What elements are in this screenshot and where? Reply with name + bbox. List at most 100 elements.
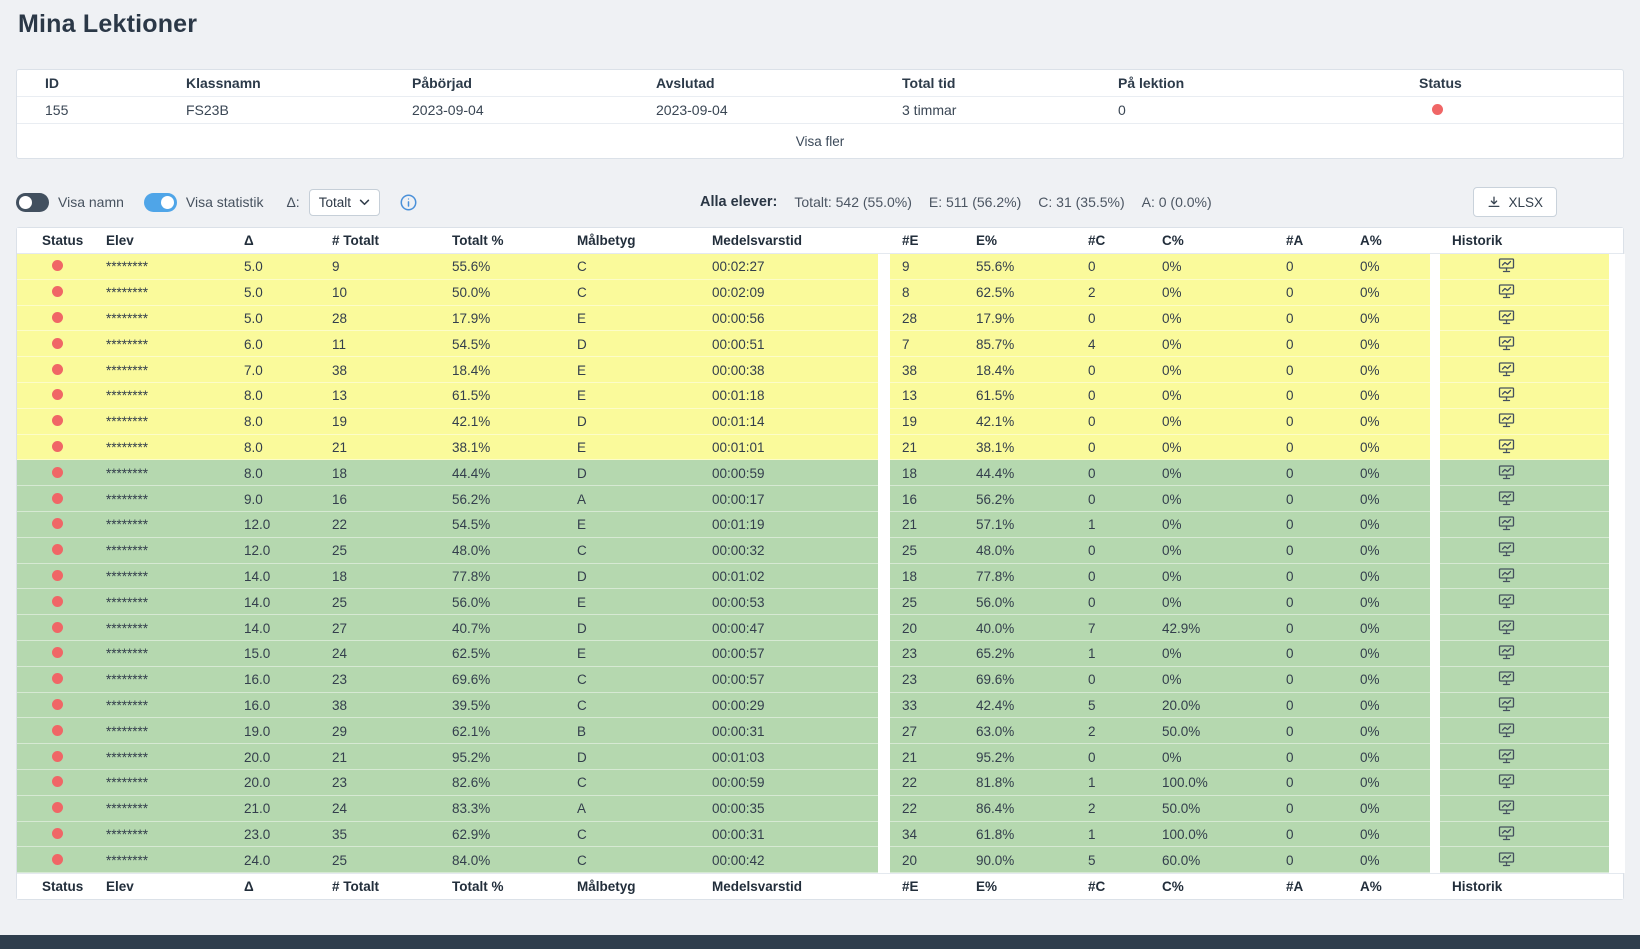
student-row[interactable]: ******** 19.0 29 62.1% B 00:00:31 27 63.… (17, 718, 1623, 744)
status-dot (52, 596, 63, 607)
a-percent: 0% (1360, 466, 1430, 481)
history-icon[interactable] (1498, 438, 1515, 454)
history-icon[interactable] (1498, 593, 1515, 609)
student-row[interactable]: ******** 14.0 27 40.7% D 00:00:47 20 40.… (17, 615, 1623, 641)
student-row[interactable]: ******** 8.0 21 38.1% E 00:01:01 21 38.1… (17, 435, 1623, 461)
student-row[interactable]: ******** 12.0 25 48.0% C 00:00:32 25 48.… (17, 538, 1623, 564)
history-icon[interactable] (1498, 386, 1515, 402)
e-count: 28 (890, 311, 976, 326)
student-row[interactable]: ******** 21.0 24 83.3% A 00:00:35 22 86.… (17, 796, 1623, 822)
history-icon[interactable] (1498, 773, 1515, 789)
a-count: 0 (1286, 414, 1360, 429)
student-row[interactable]: ******** 8.0 19 42.1% D 00:01:14 19 42.1… (17, 409, 1623, 435)
student-row[interactable]: ******** 12.0 22 54.5% E 00:01:19 21 57.… (17, 512, 1623, 538)
totalt-percent: 95.2% (452, 750, 577, 765)
a-count: 0 (1286, 569, 1360, 584)
student-row[interactable]: ******** 7.0 38 18.4% E 00:00:38 38 18.4… (17, 357, 1623, 383)
totalt-percent: 82.6% (452, 775, 577, 790)
xlsx-label: XLSX (1508, 195, 1543, 210)
table-right-edge (1609, 822, 1625, 848)
e-percent: 42.1% (976, 414, 1088, 429)
a-percent: 0% (1360, 543, 1430, 558)
lessons-card: ID Klassnamn Påbörjad Avslutad Total tid… (16, 69, 1624, 159)
totalt-percent: 77.8% (452, 569, 577, 584)
history-icon[interactable] (1498, 541, 1515, 557)
page-title: Mina Lektioner (18, 10, 1624, 39)
visa-namn-toggle[interactable] (16, 193, 49, 212)
column-separator (1430, 512, 1440, 538)
status-dot (52, 312, 63, 323)
malbetyg-grade: E (577, 363, 712, 378)
delta-value: 20.0 (244, 750, 332, 765)
student-row[interactable]: ******** 8.0 18 44.4% D 00:00:59 18 44.4… (17, 460, 1623, 486)
student-name: ******** (106, 311, 244, 326)
delta-value: 9.0 (244, 492, 332, 507)
history-icon[interactable] (1498, 619, 1515, 635)
table-right-edge (1609, 796, 1625, 822)
student-row[interactable]: ******** 9.0 16 56.2% A 00:00:17 16 56.2… (17, 486, 1623, 512)
history-icon[interactable] (1498, 825, 1515, 841)
history-icon[interactable] (1498, 361, 1515, 377)
student-row[interactable]: ******** 16.0 23 69.6% C 00:00:57 23 69.… (17, 667, 1623, 693)
status-dot (52, 467, 63, 478)
student-row[interactable]: ******** 20.0 23 82.6% C 00:00:59 22 81.… (17, 770, 1623, 796)
column-separator (878, 409, 890, 435)
history-icon[interactable] (1498, 464, 1515, 480)
student-name: ******** (106, 853, 244, 868)
history-icon[interactable] (1498, 670, 1515, 686)
xlsx-export-button[interactable]: XLSX (1473, 187, 1557, 217)
lesson-pa-lektion: 0 (1118, 102, 1419, 118)
history-icon[interactable] (1498, 644, 1515, 660)
history-icon[interactable] (1498, 283, 1515, 299)
totalt-count: 9 (332, 259, 452, 274)
student-row[interactable]: ******** 5.0 10 50.0% C 00:02:09 8 62.5%… (17, 280, 1623, 306)
a-count: 0 (1286, 646, 1360, 661)
student-row[interactable]: ******** 15.0 24 62.5% E 00:00:57 23 65.… (17, 641, 1623, 667)
student-row[interactable]: ******** 16.0 38 39.5% C 00:00:29 33 42.… (17, 693, 1623, 719)
lesson-row[interactable]: 155 FS23B 2023-09-04 2023-09-04 3 timmar… (17, 97, 1623, 124)
history-icon[interactable] (1498, 722, 1515, 738)
student-row[interactable]: ******** 14.0 18 77.8% D 00:01:02 18 77.… (17, 564, 1623, 590)
medelsvarstid-value: 00:00:56 (712, 311, 878, 326)
history-icon[interactable] (1498, 309, 1515, 325)
delta-value: 14.0 (244, 595, 332, 610)
history-icon[interactable] (1498, 851, 1515, 867)
student-row[interactable]: ******** 6.0 11 54.5% D 00:00:51 7 85.7%… (17, 331, 1623, 357)
e-count: 22 (890, 775, 976, 790)
history-icon[interactable] (1498, 490, 1515, 506)
medelsvarstid-value: 00:00:17 (712, 492, 878, 507)
c-percent: 0% (1162, 569, 1286, 584)
info-icon[interactable] (399, 193, 418, 212)
c-percent: 0% (1162, 595, 1286, 610)
status-dot (52, 647, 63, 658)
student-row[interactable]: ******** 20.0 21 95.2% D 00:01:03 21 95.… (17, 744, 1623, 770)
student-row[interactable]: ******** 5.0 9 55.6% C 00:02:27 9 55.6% … (17, 254, 1623, 280)
visa-statistik-toggle[interactable] (144, 193, 177, 212)
delta-select-value: Totalt (319, 195, 351, 210)
student-name: ******** (106, 388, 244, 403)
e-percent: 69.6% (976, 672, 1088, 687)
c-count: 1 (1088, 827, 1162, 842)
student-row[interactable]: ******** 14.0 25 56.0% E 00:00:53 25 56.… (17, 589, 1623, 615)
history-icon[interactable] (1498, 799, 1515, 815)
student-row[interactable]: ******** 5.0 28 17.9% E 00:00:56 28 17.9… (17, 306, 1623, 332)
student-name: ******** (106, 337, 244, 352)
e-count: 25 (890, 543, 976, 558)
history-icon[interactable] (1498, 412, 1515, 428)
medelsvarstid-value: 00:01:18 (712, 388, 878, 403)
history-icon[interactable] (1498, 748, 1515, 764)
history-icon[interactable] (1498, 257, 1515, 273)
history-icon[interactable] (1498, 335, 1515, 351)
history-icon[interactable] (1498, 567, 1515, 583)
history-icon[interactable] (1498, 515, 1515, 531)
visa-fler-link[interactable]: Visa fler (796, 134, 845, 149)
a-count: 0 (1286, 750, 1360, 765)
e-count: 18 (890, 466, 976, 481)
status-dot (52, 828, 63, 839)
history-icon[interactable] (1498, 696, 1515, 712)
column-separator (1430, 744, 1440, 770)
student-row[interactable]: ******** 23.0 35 62.9% C 00:00:31 34 61.… (17, 822, 1623, 848)
student-row[interactable]: ******** 8.0 13 61.5% E 00:01:18 13 61.5… (17, 383, 1623, 409)
student-row[interactable]: ******** 24.0 25 84.0% C 00:00:42 20 90.… (17, 847, 1623, 873)
delta-select[interactable]: Totalt (309, 189, 380, 216)
